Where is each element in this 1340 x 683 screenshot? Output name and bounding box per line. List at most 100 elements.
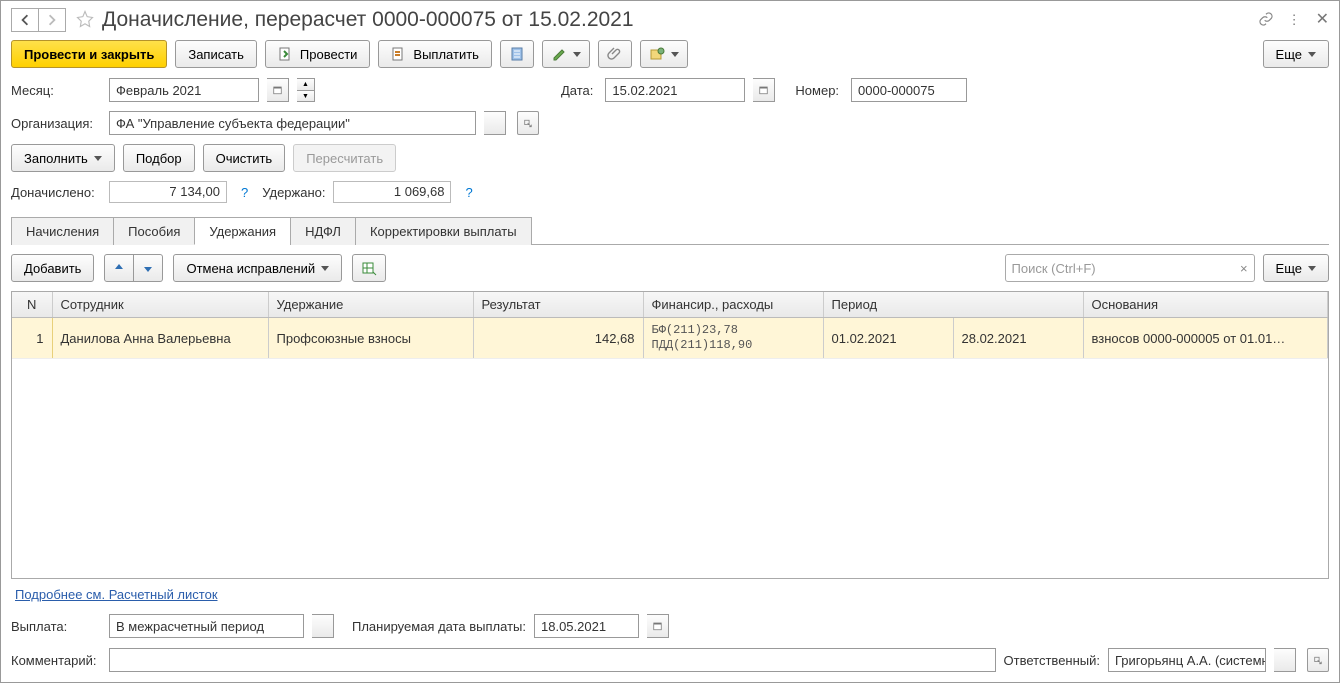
open-ref-icon — [524, 118, 532, 129]
cell-financing: БФ(211)23,78 ПДД(211)118,90 — [643, 318, 823, 359]
cell-deduction: Профсоюзные взносы — [268, 318, 473, 359]
move-down-button[interactable] — [134, 254, 163, 282]
attach-icon-button[interactable] — [598, 40, 632, 68]
cancel-fixes-button[interactable]: Отмена исправлений — [173, 254, 342, 282]
col-period[interactable]: Период — [823, 292, 1083, 318]
move-up-button[interactable] — [104, 254, 134, 282]
number-field[interactable]: 0000-000075 — [851, 78, 967, 102]
number-label: Номер: — [795, 83, 839, 98]
tab-deductions[interactable]: Удержания — [194, 217, 291, 245]
plan-date-calendar-button[interactable] — [647, 614, 669, 638]
spinner-up-icon[interactable]: ▲ — [297, 78, 315, 90]
tab-accruals[interactable]: Начисления — [11, 217, 114, 245]
extra-icon-button[interactable] — [640, 40, 688, 68]
add-button[interactable]: Добавить — [11, 254, 94, 282]
pay-icon — [391, 46, 407, 62]
pencil-icon — [551, 46, 567, 62]
post-button[interactable]: Провести — [265, 40, 371, 68]
chevron-down-icon — [1308, 266, 1316, 271]
responsible-dropdown-button[interactable] — [1274, 648, 1296, 672]
org-field[interactable]: ФА "Управление субъекта федерации" — [109, 111, 476, 135]
org-label: Организация: — [11, 116, 101, 131]
table-header-row: N Сотрудник Удержание Результат Финансир… — [12, 292, 1328, 318]
favorite-star-icon[interactable] — [76, 10, 94, 31]
uderzhano-value: 1 069,68 — [333, 181, 451, 203]
clear-search-icon[interactable]: × — [1240, 261, 1248, 276]
fill-button[interactable]: Заполнить — [11, 144, 115, 172]
chevron-down-icon — [94, 156, 102, 161]
tab-ndfl[interactable]: НДФЛ — [290, 217, 356, 245]
pick-button[interactable]: Подбор — [123, 144, 195, 172]
calendar-icon — [273, 84, 282, 96]
col-employee[interactable]: Сотрудник — [52, 292, 268, 318]
spinner-down-icon[interactable]: ▼ — [297, 90, 315, 102]
deductions-grid[interactable]: N Сотрудник Удержание Результат Финансир… — [11, 291, 1329, 579]
donachisleno-value: 7 134,00 — [109, 181, 227, 203]
page-title: Доначисление, перерасчет 0000-000075 от … — [102, 8, 634, 32]
col-basis[interactable]: Основания — [1083, 292, 1328, 318]
cell-result: 142,68 — [473, 318, 643, 359]
chevron-down-icon — [573, 52, 581, 57]
month-field[interactable]: Февраль 2021 — [109, 78, 259, 102]
org-open-button[interactable] — [517, 111, 539, 135]
uderzhano-label: Удержано: — [262, 185, 325, 200]
tab-more-button[interactable]: Еще — [1263, 254, 1329, 282]
nav-forward-button[interactable] — [38, 8, 66, 32]
date-calendar-button[interactable] — [753, 78, 775, 102]
table-row[interactable]: 1 Данилова Анна Валерьевна Профсоюзные в… — [12, 318, 1328, 359]
payment-field[interactable]: В межрасчетный период — [109, 614, 304, 638]
comment-input[interactable] — [109, 648, 996, 672]
clear-button[interactable]: Очистить — [203, 144, 286, 172]
responsible-open-button[interactable] — [1307, 648, 1329, 672]
tab-benefits[interactable]: Пособия — [113, 217, 195, 245]
gear-box-icon — [649, 46, 665, 62]
tabs: Начисления Пособия Удержания НДФЛ Коррек… — [11, 216, 1329, 245]
date-field[interactable]: 15.02.2021 — [605, 78, 745, 102]
col-result[interactable]: Результат — [473, 292, 643, 318]
arrow-up-icon — [113, 262, 125, 274]
save-button[interactable]: Записать — [175, 40, 257, 68]
kebab-menu-icon[interactable]: ⋮ — [1288, 12, 1302, 28]
pay-button[interactable]: Выплатить — [378, 40, 492, 68]
month-calendar-button[interactable] — [267, 78, 289, 102]
link-icon[interactable] — [1258, 11, 1274, 30]
responsible-label: Ответственный: — [1004, 653, 1100, 668]
month-label: Месяц: — [11, 83, 101, 98]
nav-back-button[interactable] — [11, 8, 39, 32]
payslip-link[interactable]: Подробнее см. Расчетный листок — [15, 587, 218, 602]
comment-label: Комментарий: — [11, 653, 101, 668]
post-and-close-button[interactable]: Провести и закрыть — [11, 40, 167, 68]
grid-columns-icon — [361, 260, 377, 276]
responsible-field[interactable]: Григорьянц А.А. (системн — [1108, 648, 1266, 672]
chevron-down-icon — [1308, 52, 1316, 57]
post-icon — [278, 46, 294, 62]
cell-n: 1 — [12, 318, 52, 359]
col-financing[interactable]: Финансир., расходы — [643, 292, 823, 318]
more-button[interactable]: Еще — [1263, 40, 1329, 68]
cell-period-from: 01.02.2021 — [823, 318, 953, 359]
payment-dropdown-button[interactable] — [312, 614, 334, 638]
col-n[interactable]: N — [12, 292, 52, 318]
calendar-icon — [759, 84, 768, 96]
help-icon[interactable]: ? — [459, 185, 478, 200]
search-placeholder: Поиск (Ctrl+F) — [1012, 261, 1096, 276]
edit-icon-button[interactable] — [542, 40, 590, 68]
close-icon[interactable]: ✕ — [1316, 12, 1329, 28]
chevron-down-icon — [321, 266, 329, 271]
col-deduction[interactable]: Удержание — [268, 292, 473, 318]
cell-basis: взносов 0000-000005 от 01.01… — [1083, 318, 1328, 359]
plan-date-field[interactable]: 18.05.2021 — [534, 614, 639, 638]
search-input[interactable]: Поиск (Ctrl+F) × — [1005, 254, 1255, 282]
cell-period-to: 28.02.2021 — [953, 318, 1083, 359]
month-spinner[interactable]: ▲ ▼ — [297, 78, 315, 102]
grid-settings-button[interactable] — [352, 254, 386, 282]
paperclip-icon — [607, 46, 623, 62]
date-label: Дата: — [561, 83, 593, 98]
help-icon[interactable]: ? — [235, 185, 254, 200]
report-icon-button[interactable] — [500, 40, 534, 68]
payment-label: Выплата: — [11, 619, 101, 634]
tab-corrections[interactable]: Корректировки выплаты — [355, 217, 532, 245]
org-dropdown-button[interactable] — [484, 111, 506, 135]
open-ref-icon — [1314, 655, 1322, 666]
recalc-button: Пересчитать — [293, 144, 396, 172]
